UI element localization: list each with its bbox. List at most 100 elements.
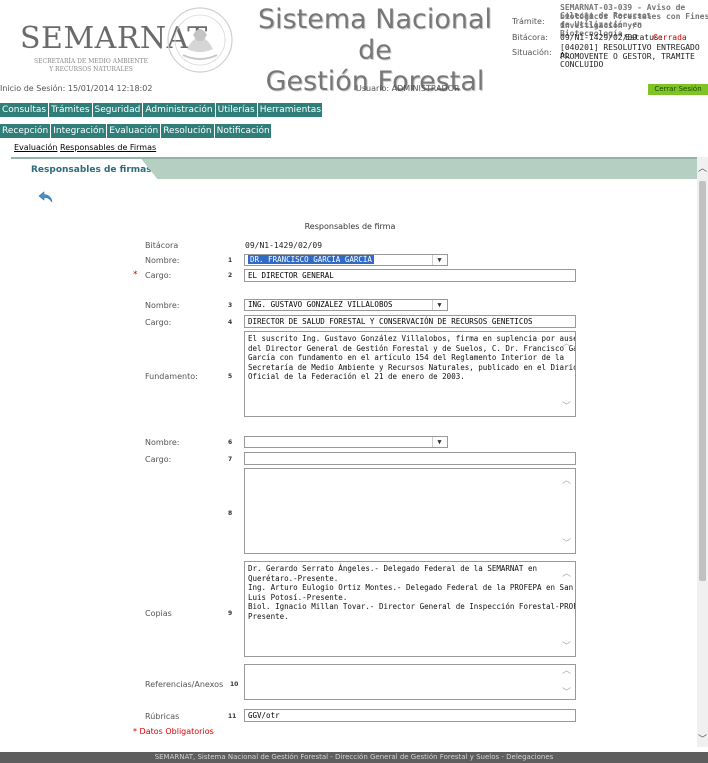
fundamento-label: Fundamento: xyxy=(145,372,198,381)
copias-line: Biol. Ignacio Millan Tovar.- Director Ge… xyxy=(248,602,576,611)
fundamento-line: del Director General de Gestión Forestal… xyxy=(248,343,576,353)
field-number-7: 7 xyxy=(228,456,233,463)
session-bar: Inicio de Sesión: 15/01/2014 12:18:02 Us… xyxy=(0,84,708,96)
scrollbar-thumb[interactable] xyxy=(699,181,706,581)
fundamento-line: Secretaría de Medio Ambiente y Recursos … xyxy=(248,362,576,372)
form-title: Responsables de firma xyxy=(304,222,396,231)
menu-administracion[interactable]: Administración xyxy=(143,103,216,117)
fundamento-line: García con fundamento en el artículo 154… xyxy=(248,353,565,362)
menu-herramientas[interactable]: Herramientas xyxy=(258,103,325,117)
field-number-10: 10 xyxy=(230,681,239,688)
field-number-6: 6 xyxy=(228,439,233,446)
session-user: Usuario: ADMINISTRADOR xyxy=(356,84,460,93)
required-mark: * xyxy=(133,270,138,280)
nombre2-select[interactable]: ING. GUSTAVO GONZALEZ VILLALOBOS ▼ xyxy=(244,299,448,311)
fundamento-line: Oficial de la Federación el 21 de enero … xyxy=(248,372,465,381)
copias-line: Presente. xyxy=(248,611,289,621)
referencias-textarea[interactable]: ︿ ﹀ xyxy=(244,664,576,700)
menu-evaluacion[interactable]: Evaluación xyxy=(107,124,162,138)
scroll-up-icon[interactable]: ︿ xyxy=(562,339,571,350)
copias-line: Querétaro.-Presente. xyxy=(248,573,339,583)
scroll-down-icon[interactable]: ﹀ xyxy=(698,732,707,745)
breadcrumb: Evaluación Responsables de Firmas xyxy=(14,143,156,152)
scroll-down-icon[interactable]: ﹀ xyxy=(562,402,571,413)
field-number-9: 9 xyxy=(228,610,233,617)
menu-notificacion[interactable]: Notificación xyxy=(215,124,273,138)
menu-consultas[interactable]: Consultas xyxy=(0,103,50,117)
copias-line: Luis Potosí.-Presente. xyxy=(248,592,348,602)
copias-textarea[interactable]: Dr. Gerardo Serrato Ángeles.- Delegado F… xyxy=(244,561,576,657)
nombre3-select[interactable]: ▼ xyxy=(244,436,448,448)
situacion-value-2: PROMOVENTE O GESTOR, TRAMITE CONCLUIDO xyxy=(560,52,695,69)
scroll-down-icon[interactable]: ﹀ xyxy=(562,688,571,699)
cargo3-label: Cargo: xyxy=(145,455,172,464)
bitacora-header-label: Bitácora: xyxy=(512,33,548,42)
fundamento3-textarea[interactable]: ︿ ﹀ xyxy=(244,468,576,554)
footer: SEMARNAT, Sistema Nacional de Gestión Fo… xyxy=(0,752,708,763)
fundamento-textarea[interactable]: El suscrito Ing. Gustavo González Villal… xyxy=(244,331,576,417)
bitacora-value: 09/N1-1429/02/09 xyxy=(245,241,323,250)
breadcrumb-evaluacion[interactable]: Evaluación xyxy=(14,143,57,152)
field-number-2: 2 xyxy=(228,272,233,279)
chevron-down-icon: ▼ xyxy=(432,300,446,310)
field-number-1: 1 xyxy=(228,257,233,264)
estatus-value: Cerrada xyxy=(653,33,687,42)
scroll-up-icon[interactable]: ︿ xyxy=(562,569,571,580)
field-number-3: 3 xyxy=(228,302,233,309)
menu-integracion[interactable]: Integración xyxy=(51,124,108,138)
nombre1-selected: DR. FRANCISCO GARCÍA GARCÍA xyxy=(248,255,374,264)
bitacora-label: Bitácora xyxy=(145,241,179,250)
menu-utilerias[interactable]: Utilerías xyxy=(216,103,258,117)
tramite-label: Trámite: xyxy=(512,17,545,26)
cargo1-label: Cargo: xyxy=(145,271,172,280)
main-menu: Consultas Trámites Seguridad Administrac… xyxy=(0,103,325,117)
semarnat-logo-subtitle: SECRETARÍA DE MEDIO AMBIENTE Y RECURSOS … xyxy=(34,58,148,74)
logout-button[interactable]: Cerrar Sesión xyxy=(648,84,708,95)
chevron-down-icon: ▼ xyxy=(432,255,446,265)
copias-line: Ing. Arturo Eulogio Ortiz Montes.- Deleg… xyxy=(248,583,574,592)
page: SEMARNAT SECRETARÍA DE MEDIO AMBIENTE Y … xyxy=(0,0,708,763)
logo-sub-line-2: Y RECURSOS NATURALES xyxy=(49,66,133,73)
field-number-11: 11 xyxy=(228,713,237,720)
cargo3-input[interactable] xyxy=(244,452,576,465)
undo-icon[interactable] xyxy=(38,190,54,204)
session-start: Inicio de Sesión: 15/01/2014 12:18:02 xyxy=(0,84,153,93)
nombre2-label: Nombre: xyxy=(145,301,180,310)
copias-line: Dr. Gerardo Serrato Ángeles.- Delegado F… xyxy=(248,564,537,573)
scroll-up-icon[interactable]: ︿ xyxy=(562,476,571,487)
logo-sub-line-1: SECRETARÍA DE MEDIO AMBIENTE xyxy=(34,58,149,65)
nombre1-label: Nombre: xyxy=(145,256,180,265)
nombre3-label: Nombre: xyxy=(145,438,180,447)
copias-label: Copias xyxy=(145,609,172,618)
process-menu: Recepción Integración Evaluación Resoluc… xyxy=(0,124,273,138)
rubricas-input[interactable]: GGV/otr xyxy=(244,709,576,722)
menu-seguridad[interactable]: Seguridad xyxy=(93,103,144,117)
required-note: * Datos Obligatorios xyxy=(133,727,214,736)
situacion-label: Situación: xyxy=(512,48,552,57)
menu-resolucion[interactable]: Resolución xyxy=(161,124,215,138)
scroll-up-icon[interactable]: ︿ xyxy=(698,161,707,174)
field-number-8: 8 xyxy=(228,510,233,517)
chevron-down-icon: ▼ xyxy=(432,437,446,447)
breadcrumb-responsables[interactable]: Responsables de Firmas xyxy=(60,143,156,152)
menu-tramites[interactable]: Trámites xyxy=(49,103,93,117)
system-title-line-1: Sistema Nacional de xyxy=(257,4,493,66)
cargo1-input[interactable]: EL DIRECTOR GENERAL xyxy=(244,269,576,282)
field-number-4: 4 xyxy=(228,319,233,326)
page-scrollbar[interactable]: ︿ ﹀ xyxy=(697,157,708,747)
tab-strip: Responsables de firmas xyxy=(11,157,697,181)
fundamento-line: El suscrito Ing. Gustavo González Villal… xyxy=(248,334,576,343)
scroll-down-icon[interactable]: ﹀ xyxy=(562,642,571,653)
nombre1-select[interactable]: DR. FRANCISCO GARCÍA GARCÍA ▼ xyxy=(244,254,448,266)
nombre2-selected: ING. GUSTAVO GONZALEZ VILLALOBOS xyxy=(248,300,393,309)
cargo2-label: Cargo: xyxy=(145,318,172,327)
referencias-label: Referencias/Anexos xyxy=(145,680,224,689)
cargo2-input[interactable]: DIRECTOR DE SALUD FORESTAL Y CONSERVACIÓ… xyxy=(244,315,576,328)
scroll-up-icon[interactable]: ︿ xyxy=(562,666,571,677)
field-number-5: 5 xyxy=(228,373,233,380)
menu-recepcion[interactable]: Recepción xyxy=(0,124,52,138)
scroll-down-icon[interactable]: ﹀ xyxy=(562,539,571,550)
tab-responsables-firmas[interactable]: Responsables de firmas xyxy=(11,159,159,181)
rubricas-label: Rúbricas xyxy=(145,712,180,721)
tab-label: Responsables de firmas xyxy=(31,165,152,175)
